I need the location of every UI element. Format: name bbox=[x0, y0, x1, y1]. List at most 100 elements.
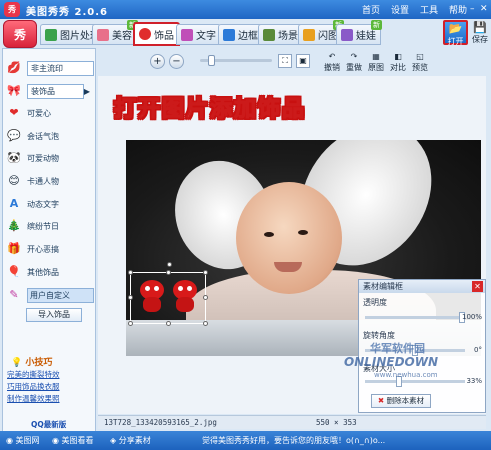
text-icon bbox=[181, 28, 193, 41]
tip-link[interactable]: 制作温馨效果照 bbox=[7, 393, 60, 404]
open-button[interactable]: 📂 打开 bbox=[443, 20, 468, 46]
undo-button[interactable]: ↶ 撤销 bbox=[322, 52, 342, 73]
original-button[interactable]: ▦ 原图 bbox=[366, 52, 386, 73]
sidebar-item-nonmainstream[interactable]: 💋 非主流印 bbox=[6, 59, 94, 77]
undo-label: 撤销 bbox=[324, 63, 340, 72]
window-title: 美图秀秀 2.0.6 bbox=[26, 7, 108, 18]
share-material-link[interactable]: ◈ 分享素材 bbox=[110, 435, 151, 446]
close-icon[interactable]: ✕ bbox=[480, 3, 488, 15]
red-devil-sticker bbox=[137, 280, 167, 316]
import-accessory-button[interactable]: 导入饰品 bbox=[26, 308, 82, 322]
resize-handle[interactable] bbox=[166, 270, 171, 275]
custom-icon: ✎ bbox=[9, 288, 19, 301]
tab-doll[interactable]: 娃娃 新 bbox=[336, 20, 382, 45]
zoom-in-button[interactable]: + bbox=[150, 54, 165, 69]
minimize-icon[interactable]: – bbox=[470, 3, 478, 15]
transparency-slider[interactable] bbox=[365, 312, 465, 323]
zoom-out-button[interactable]: − bbox=[169, 54, 184, 69]
resize-handle[interactable] bbox=[166, 321, 171, 326]
resize-handle[interactable] bbox=[128, 270, 133, 275]
tab-beauty[interactable]: 美容 新 bbox=[92, 20, 138, 45]
main-tabs: 图片处理 美容 新 饰品 文字 边框 场景 闪图 新 娃娃 新 bbox=[40, 20, 440, 47]
sticker-eye bbox=[154, 286, 159, 291]
new-badge: 新 bbox=[371, 20, 382, 30]
status-message: 觉得美图秀秀好用，要告诉您的朋友哦！o(∩_∩)o... bbox=[202, 436, 386, 445]
sidebar-item-label: 可爱心 bbox=[27, 108, 51, 118]
resize-handle[interactable] bbox=[203, 321, 208, 326]
sidebar-item-cartoon-characters[interactable]: 😊 卡通人物 bbox=[6, 172, 94, 190]
size-slider[interactable] bbox=[365, 376, 465, 387]
compare-button[interactable]: ◧ 对比 bbox=[388, 52, 408, 73]
sidebar-item-animated-text[interactable]: A 动态文字 bbox=[6, 195, 94, 213]
cartoon-person-icon: 😊 bbox=[8, 174, 20, 187]
sidebar-item-festivals[interactable]: 🎄 缤纷节日 bbox=[6, 217, 94, 235]
meitu-viewer-link[interactable]: ◉ 美图看看 bbox=[52, 435, 94, 446]
tab-frame[interactable]: 边框 bbox=[218, 24, 263, 45]
sidebar-item-label: 装饰品 bbox=[27, 83, 84, 99]
watermark-en: ONLINEDOWN bbox=[344, 355, 439, 369]
rotate-handle[interactable] bbox=[167, 262, 172, 267]
other-accessory-icon: 🎈 bbox=[7, 265, 21, 278]
image-dimensions: 550 × 353 bbox=[316, 418, 357, 427]
zoom-slider[interactable] bbox=[200, 55, 272, 66]
save-label: 保存 bbox=[472, 35, 488, 44]
tip-link[interactable]: 完美的撕裂特效 bbox=[7, 369, 60, 380]
redo-label: 重做 bbox=[346, 63, 362, 72]
tip-link[interactable]: 巧用饰品换衣服 bbox=[7, 381, 60, 392]
sidebar-item-custom[interactable]: ✎ 用户自定义 bbox=[6, 286, 94, 304]
sidebar-item-other[interactable]: 🎈 其他饰品 bbox=[6, 263, 94, 281]
delete-material-button[interactable]: ✖ 删除本素材 bbox=[371, 394, 431, 408]
sidebar-item-speech-bubbles[interactable]: 💬 会话气泡 bbox=[6, 127, 94, 145]
top-menu: 首页 设置 工具 帮助 bbox=[362, 3, 467, 16]
headline-annotation: 打开图片添加饰品 bbox=[113, 97, 307, 123]
open-label: 打开 bbox=[447, 37, 464, 46]
menu-home[interactable]: 首页 bbox=[362, 3, 380, 16]
status-bar: ◉ 美图网 ◉ 美图看看 ◈ 分享素材 觉得美图秀秀好用，要告诉您的朋友哦！o(… bbox=[0, 431, 491, 450]
sidebar-item-label: 其他饰品 bbox=[27, 267, 59, 277]
sidebar-item-funny[interactable]: 🎁 开心恶搞 bbox=[6, 240, 94, 258]
preview-label: 预览 bbox=[412, 63, 428, 72]
festival-icon: 🎄 bbox=[7, 219, 21, 232]
sidebar-item-cute-hearts[interactable]: ❤ 可爱心 bbox=[6, 104, 94, 122]
menu-settings[interactable]: 设置 bbox=[391, 3, 409, 16]
tab-label: 场景 bbox=[278, 31, 298, 42]
sticker-eye bbox=[145, 286, 150, 291]
meitu-logo-icon: 秀 bbox=[3, 20, 37, 48]
redo-button[interactable]: ↷ 重做 bbox=[344, 52, 364, 73]
close-icon[interactable]: ✕ bbox=[472, 281, 483, 292]
flash-icon bbox=[303, 28, 315, 41]
tab-scene[interactable]: 场景 bbox=[258, 24, 303, 45]
tab-text[interactable]: 文字 bbox=[176, 24, 221, 45]
preview-button[interactable]: ◱ 预览 bbox=[410, 52, 430, 73]
resize-handle[interactable] bbox=[128, 321, 133, 326]
meitu-site-link[interactable]: ◉ 美图网 bbox=[6, 435, 40, 446]
actual-size-icon[interactable]: ▣ bbox=[296, 54, 310, 68]
sidebar-item-decorations[interactable]: 🎀 装饰品 ▶ bbox=[6, 82, 94, 100]
lips-icon: 💋 bbox=[7, 61, 21, 74]
red-devil-sticker bbox=[170, 280, 200, 316]
menu-help[interactable]: 帮助 bbox=[449, 3, 467, 16]
image-edit-icon bbox=[45, 28, 57, 41]
resize-handle[interactable] bbox=[128, 295, 133, 300]
original-label: 原图 bbox=[368, 63, 384, 72]
tips-title-label: 小技巧 bbox=[25, 358, 53, 368]
sidebar-item-label: 卡通人物 bbox=[27, 176, 59, 186]
beauty-icon bbox=[97, 28, 109, 41]
animated-text-icon: A bbox=[9, 197, 19, 210]
qq-download-link[interactable]: QQ最新版 bbox=[31, 419, 66, 430]
baby-eye bbox=[264, 232, 274, 237]
sidebar-item-cute-animals[interactable]: 🐼 可爱动物 bbox=[6, 149, 94, 167]
lightbulb-icon: 💡 bbox=[11, 358, 23, 368]
resize-handle[interactable] bbox=[203, 270, 208, 275]
sticker-eye bbox=[187, 286, 192, 291]
fit-window-icon[interactable]: ⛶ bbox=[278, 54, 292, 68]
resize-handle[interactable] bbox=[203, 295, 208, 300]
save-button[interactable]: 💾 保存 bbox=[470, 22, 490, 45]
delete-label: 删除本素材 bbox=[386, 396, 425, 405]
sidebar-item-label: 可爱动物 bbox=[27, 153, 59, 163]
canvas-toolbar: + − ⛶ ▣ ↶ 撤销 ↷ 重做 ▦ 原图 ◧ 对比 ◱ 预览 bbox=[150, 52, 470, 74]
zoom-slider-thumb[interactable] bbox=[207, 55, 215, 66]
watermark-url: www.newhua.com bbox=[374, 371, 438, 379]
menu-tools[interactable]: 工具 bbox=[420, 3, 438, 16]
tab-accessories[interactable]: 饰品 bbox=[133, 22, 180, 46]
